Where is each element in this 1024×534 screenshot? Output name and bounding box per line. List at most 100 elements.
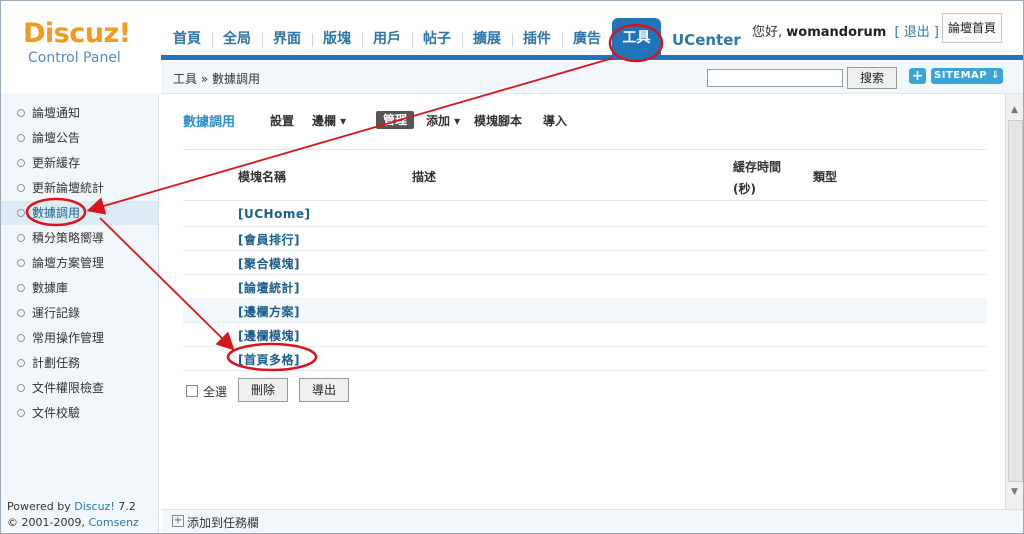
bullet-icon [17,109,25,117]
logo-sub: Control Panel [28,50,121,66]
table-row: [邊欄模塊] [183,322,987,347]
search-input[interactable] [707,69,843,87]
nav-posts[interactable]: 帖子 [412,27,462,53]
sidebar-item-label: 數據調用 [32,206,81,220]
sidebar-item-update-stats[interactable]: 更新論壇統計 [1,176,158,200]
column-header-cache-time: 緩存時間 [733,160,782,174]
bullet-icon [17,134,25,142]
select-all-checkbox[interactable] [186,385,198,397]
logout-link[interactable]: [ 退出 ] [895,25,939,40]
module-link[interactable]: [首頁多格] [238,351,300,368]
sidebar-item-label: 積分策略嚮導 [32,231,105,245]
search-button[interactable]: 搜索 [847,67,897,89]
nav-underline [161,55,1023,60]
sidebar-item-label: 數據庫 [32,281,69,295]
breadcrumb: 工具 » 數據調用 [173,72,260,86]
sidebar-item-label: 文件校驗 [32,406,81,420]
forum-home-button[interactable]: 論壇首頁 [942,13,1002,43]
module-link[interactable]: [邊欄模塊] [238,327,300,344]
add-to-taskbar-link[interactable]: 添加到任務欄 [187,514,259,531]
table-row: [會員排行] [183,226,987,251]
tab-settings[interactable]: 設置 [270,112,294,129]
sidebar-item-scheduled-tasks[interactable]: 計劃任務 [1,351,158,375]
module-link[interactable]: [UCHome] [238,207,310,221]
nav-global[interactable]: 全局 [212,27,262,53]
sidebar-item-label: 論壇方案管理 [32,256,105,270]
sidebar-item-label: 更新論壇統計 [32,181,105,195]
table-row: [邊欄方案] [183,298,987,323]
powered-by: Powered by Discuz! 7.2 © 2001-2009, Coms… [7,499,158,533]
bullet-icon [17,159,25,167]
nav-extensions[interactable]: 擴展 [462,27,512,53]
sub-bar: 工具 » 數據調用 搜索 + SITEMAP ⇓ [161,61,1023,94]
module-link[interactable]: [聚合模塊] [238,255,300,272]
sidebar-item-forum-scheme[interactable]: 論壇方案管理 [1,251,158,275]
scroll-down-icon[interactable]: ▼ [1008,486,1021,499]
column-header-type: 類型 [813,170,838,184]
sidebar-item-label: 論壇通知 [32,106,81,120]
module-link[interactable]: [邊欄方案] [238,303,300,320]
tab-module-script[interactable]: 模塊腳本 [474,112,522,129]
bullet-icon [17,384,25,392]
bullet-icon [17,234,25,242]
plus-icon[interactable]: + [172,515,184,527]
add-shortcut-button[interactable]: + [909,68,926,84]
tab-manage[interactable]: 管理 [376,111,414,129]
sidebar-item-label: 運行記錄 [32,306,81,320]
header: Discuz! Control Panel 首頁 全局 界面 版塊 用戶 帖子 … [1,1,1023,94]
sidebar-item-data-call[interactable]: 數據調用 [1,201,158,225]
table-row: [首頁多格] [183,346,987,371]
bullet-icon [17,334,25,342]
sidebar-item-label: 論壇公告 [32,131,81,145]
greeting: 您好, [752,25,783,40]
vertical-scrollbar[interactable]: ▲ ▼ [1005,94,1023,509]
bullet-icon [17,309,25,317]
sidebar-item-database[interactable]: 數據庫 [1,276,158,300]
sidebar-item-notice[interactable]: 論壇通知 [1,101,158,125]
powered-prefix: Powered by [7,500,75,513]
table-header-border [183,200,987,201]
table-row: [論壇統計] [183,274,987,299]
nav-forums[interactable]: 版塊 [312,27,362,53]
logo-main: Discuz! [23,18,131,49]
sidebar-item-announcement[interactable]: 論壇公告 [1,126,158,150]
sidebar-item-label: 文件權限檢查 [32,381,105,395]
sidebar-item-credit-wizard[interactable]: 積分策略嚮導 [1,226,158,250]
module-link[interactable]: [會員排行] [238,231,300,248]
module-link[interactable]: [論壇統計] [238,279,300,296]
sidebar-item-update-cache[interactable]: 更新緩存 [1,151,158,175]
sidebar-item-common-ops[interactable]: 常用操作管理 [1,326,158,350]
export-button[interactable]: 導出 [299,378,349,402]
delete-button[interactable]: 刪除 [238,378,288,402]
nav-plugins[interactable]: 插件 [512,27,562,53]
column-header-module-name: 模塊名稱 [238,170,287,184]
bullet-icon [17,184,25,192]
tab-sidebar[interactable]: 邊欄 ▾ [312,112,346,129]
column-header-cache-unit: (秒) [733,182,756,196]
sidebar-item-file-permission[interactable]: 文件權限檢查 [1,376,158,400]
nav-ucenter[interactable]: UCenter [672,31,741,49]
sidebar-item-label: 常用操作管理 [32,331,105,345]
nav-users[interactable]: 用戶 [362,27,412,53]
sidebar: 論壇通知 論壇公告 更新緩存 更新論壇統計 數據調用 積分策略嚮導 論壇方案管理… [1,93,159,533]
nav-interface[interactable]: 界面 [262,27,312,53]
username: womandorum [786,25,887,40]
tab-import[interactable]: 導入 [543,112,567,129]
bullet-icon [17,284,25,292]
sidebar-item-label: 更新緩存 [32,156,81,170]
tab-add[interactable]: 添加 ▾ [426,112,460,129]
sidebar-item-run-log[interactable]: 運行記錄 [1,301,158,325]
scroll-thumb[interactable] [1008,120,1023,482]
scroll-up-icon[interactable]: ▲ [1008,104,1021,117]
sidebar-item-file-check[interactable]: 文件校驗 [1,401,158,425]
main-content: 數據調用 設置 邊欄 ▾ 管理 添加 ▾ 模塊腳本 導入 模塊名稱 描述 緩存時… [162,94,1023,509]
table-top-border [183,149,987,150]
nav-home[interactable]: 首頁 [162,27,212,53]
logo: Discuz! Control Panel [23,19,143,67]
column-header-description: 描述 [412,170,437,184]
discuz-link[interactable]: Discuz! [74,500,114,513]
nav-tools-active[interactable]: 工具 [612,18,661,58]
sitemap-button[interactable]: SITEMAP ⇓ [931,68,1003,84]
nav-ads[interactable]: 廣告 [562,27,612,53]
admin-window: Discuz! Control Panel 首頁 全局 界面 版塊 用戶 帖子 … [0,0,1024,534]
